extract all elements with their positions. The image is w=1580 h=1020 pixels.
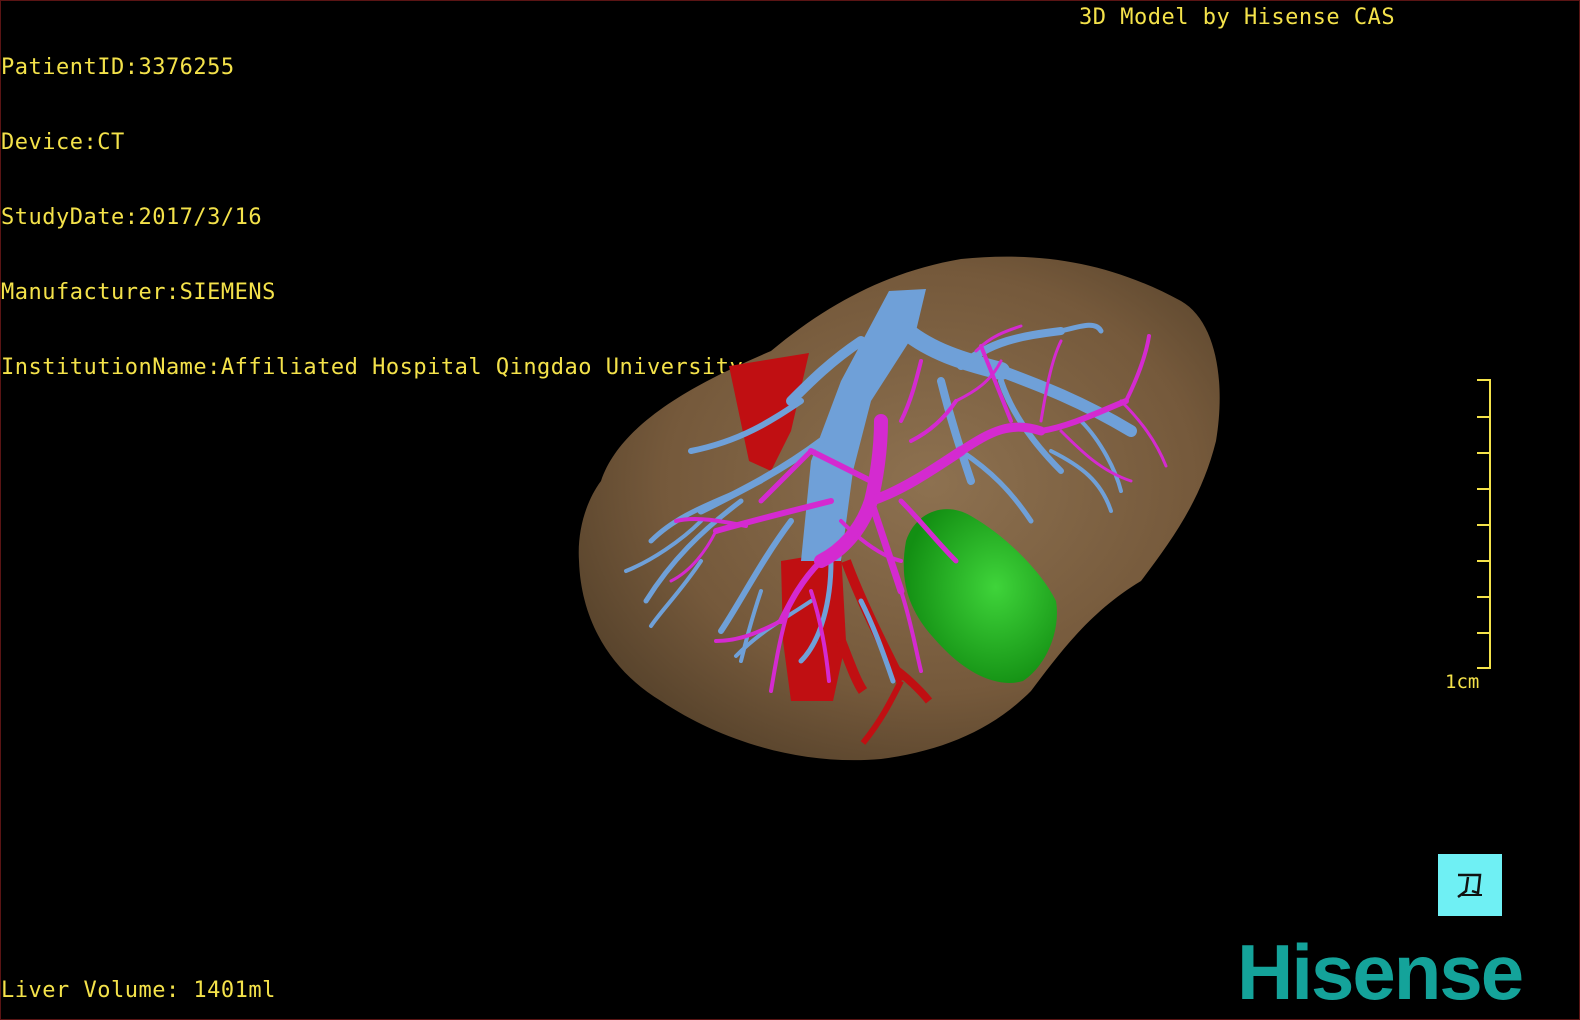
orientation-button[interactable]: [1438, 854, 1502, 916]
hisense-logo: Hisense: [1237, 928, 1524, 1016]
3d-viewport[interactable]: PatientID:3376255 Device:CT StudyDate:20…: [0, 0, 1580, 1020]
liver-volume: Liver Volume: 1401ml: [1, 978, 276, 1003]
scale-bar-label: 1cm: [1445, 671, 1480, 693]
liver-3d-model[interactable]: [1, 1, 1580, 1020]
scale-bar: [1477, 379, 1491, 669]
orientation-icon: [1457, 873, 1482, 898]
